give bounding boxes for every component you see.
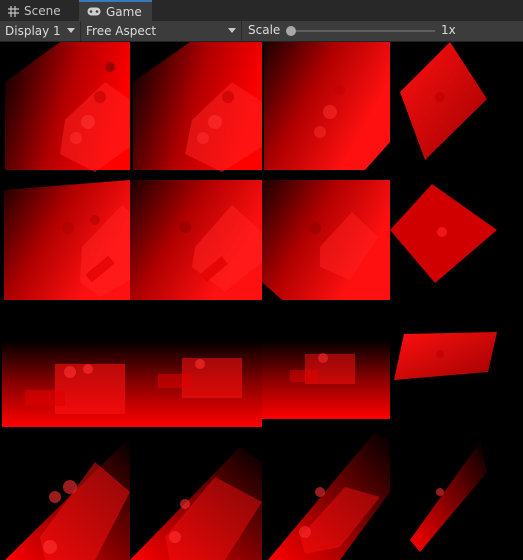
render-output	[2, 42, 497, 560]
render-tile	[130, 180, 262, 300]
render-tile	[390, 184, 497, 283]
render-tile	[4, 180, 130, 300]
render-tile	[2, 340, 130, 427]
render-tile	[133, 42, 262, 172]
render-tile	[410, 442, 487, 552]
render-tile	[400, 42, 487, 160]
display-dropdown[interactable]: Display 1	[0, 21, 81, 41]
gamepad-icon	[87, 7, 101, 16]
game-viewport[interactable]	[0, 42, 523, 560]
aspect-dropdown-label: Free Aspect	[86, 24, 157, 38]
render-tile	[264, 42, 390, 170]
render-tile	[262, 340, 390, 419]
window-tab-bar: Scene Game	[0, 0, 523, 21]
tab-scene-label: Scene	[24, 4, 61, 18]
render-tile	[268, 432, 390, 560]
scale-slider-thumb[interactable]	[286, 26, 296, 36]
tab-game[interactable]: Game	[79, 0, 152, 21]
render-tile	[130, 340, 262, 427]
display-dropdown-label: Display 1	[5, 24, 61, 38]
tab-scene[interactable]: Scene	[0, 1, 78, 21]
render-tile	[5, 42, 130, 172]
render-tile	[262, 180, 390, 300]
render-tile	[5, 437, 130, 560]
grid-icon	[8, 5, 19, 17]
render-tile	[394, 332, 497, 380]
chevron-down-icon	[228, 28, 236, 33]
aspect-dropdown[interactable]: Free Aspect	[81, 21, 242, 41]
chevron-down-icon	[67, 28, 75, 33]
scale-value: 1x	[441, 23, 456, 37]
scale-slider-track[interactable]	[290, 30, 435, 32]
scale-label: Scale	[248, 23, 281, 37]
render-tile	[130, 447, 262, 560]
tab-game-label: Game	[106, 4, 142, 19]
